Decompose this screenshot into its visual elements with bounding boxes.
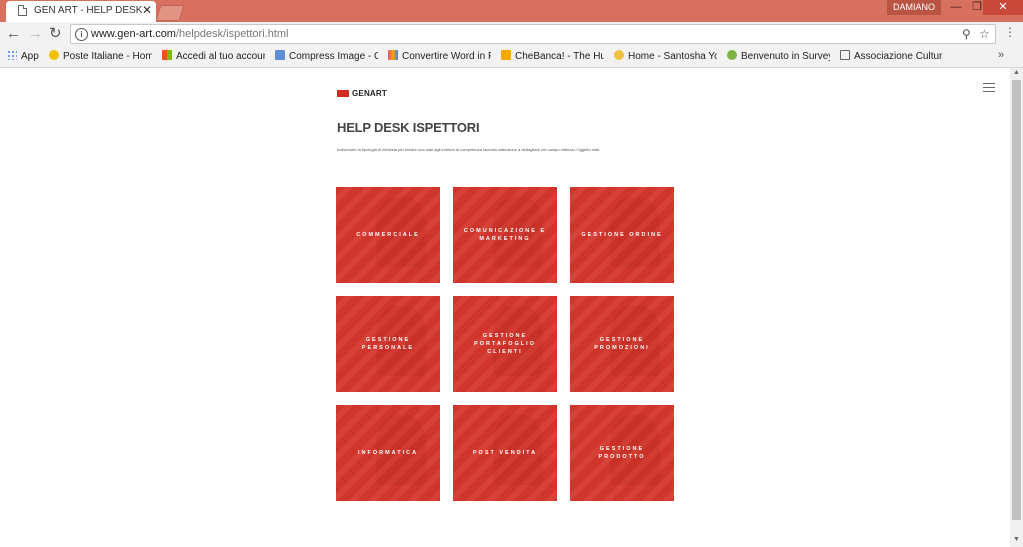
tile-commerciale[interactable]: COMMERCIALE [336,187,440,283]
bookmark-apps[interactable]: App [7,50,39,64]
close-window-icon[interactable]: ✕ [983,0,1023,15]
tile-label: POST VENDITA [472,450,538,456]
bookmark-chebanca[interactable]: CheBanca! - The Hum [501,50,604,64]
compress-icon [275,50,285,60]
bookmark-star-icon[interactable]: ☆ [979,27,990,41]
bookmark-label: App [21,51,39,62]
scroll-down-icon[interactable]: ▼ [1013,536,1020,543]
bookmark-label: Home - Santosha Yog [628,51,717,62]
tile-post-vendita[interactable]: POST VENDITA [453,405,557,501]
tile-label: GESTIONE ORDINE [581,232,663,238]
page-title: HELP DESK ISPETTORI [337,120,480,135]
vertical-scrollbar[interactable]: ▲ ▼ [1010,68,1023,547]
more-bookmarks-icon[interactable]: » [998,49,1004,61]
bookmarks-bar: App Poste Italiane - Home Accedi al tuo … [0,47,1023,68]
tile-label: GESTIONE PERSONALE [361,337,415,351]
santosha-icon [614,50,624,60]
tile-label: GESTIONE PROMOZIONI [594,337,650,351]
bookmark-poste[interactable]: Poste Italiane - Home [49,50,152,64]
bookmark-label: Associazione Cultural [854,51,943,62]
zoom-search-icon[interactable]: ⚲ [962,27,971,41]
tile-informatica[interactable]: INFORMATICA [336,405,440,501]
bookmark-microsoft[interactable]: Accedi al tuo account [162,50,265,64]
tile-gestione-promozioni[interactable]: GESTIONE PROMOZIONI [570,296,674,392]
browser-tab[interactable]: GEN ART - HELP DESK ✕ [6,1,156,22]
url-text[interactable]: www.gen-art.com/helpdesk/ispettori.html [91,28,288,40]
bookmark-label: CheBanca! - The Hum [515,51,604,62]
tile-label: GESTIONE PORTAFOGLIO CLIENTI [474,333,536,355]
profile-button[interactable]: DAMIANO [887,0,941,15]
bookmark-surveymonkey[interactable]: Benvenuto in SurveyM [727,50,830,64]
title-bar: GEN ART - HELP DESK ✕ DAMIANO — ❐ ✕ [0,0,1023,22]
tile-gestione-portafoglio-clienti[interactable]: GESTIONE PORTAFOGLIO CLIENTI [453,296,557,392]
url-host: www.gen-art.com [91,28,176,40]
bookmark-compress[interactable]: Compress Image - Co [275,50,378,64]
minimize-icon[interactable]: — [945,0,967,15]
tile-label: GESTIONE PRODOTTO [598,446,646,460]
menu-dots-icon[interactable]: ⋮ [1004,26,1016,38]
microsoft-icon [162,50,172,60]
browser-toolbar: ← → ↻ i www.gen-art.com/helpdesk/ispetto… [0,22,1023,47]
tile-label: INFORMATICA [357,450,419,456]
tile-gestione-personale[interactable]: GESTIONE PERSONALE [336,296,440,392]
page-content: GENART HELP DESK ISPETTORI Individuare l… [0,68,1010,547]
tile-gestione-prodotto[interactable]: GESTIONE PRODOTTO [570,405,674,501]
chebanca-icon [501,50,511,60]
close-tab-icon[interactable]: ✕ [142,3,152,17]
tile-label: COMUNICAZIONE E MARKETING [463,228,547,242]
logo-text: GENART [352,89,387,98]
scroll-thumb[interactable] [1012,80,1021,520]
page-icon [840,50,850,60]
page-description: Individuare la tipologia di richiesta pe… [337,147,601,152]
url-path: /helpdesk/ispettori.html [175,28,289,40]
hamburger-menu-icon[interactable] [983,83,995,95]
bookmark-santosha[interactable]: Home - Santosha Yog [614,50,717,64]
bookmark-associazione[interactable]: Associazione Cultural [840,50,943,64]
new-tab-button[interactable] [155,5,185,21]
bookmark-label: Convertire Word in PD [402,51,491,62]
logo-mark-icon [337,90,349,97]
tab-title: GEN ART - HELP DESK [34,5,143,16]
scroll-up-icon[interactable]: ▲ [1013,69,1020,76]
bookmark-label: Benvenuto in SurveyM [741,51,830,62]
reload-icon[interactable]: ↻ [49,26,62,42]
tile-label: COMMERCIALE [356,232,420,238]
page-icon [18,5,27,16]
apps-grid-icon [7,50,17,60]
convert-icon [388,50,398,60]
tile-gestione-ordine[interactable]: GESTIONE ORDINE [570,187,674,283]
bookmark-label: Compress Image - Co [289,51,378,62]
forward-arrow-icon[interactable]: → [28,26,43,42]
poste-icon [49,50,59,60]
back-arrow-icon[interactable]: ← [6,26,21,42]
bookmark-convertire[interactable]: Convertire Word in PD [388,50,491,64]
tile-comunicazione-marketing[interactable]: COMUNICAZIONE E MARKETING [453,187,557,283]
surveymonkey-icon [727,50,737,60]
info-icon[interactable]: i [75,28,88,41]
tile-grid: COMMERCIALE COMUNICAZIONE E MARKETING GE… [336,187,674,501]
address-bar[interactable]: i www.gen-art.com/helpdesk/ispettori.htm… [70,24,996,44]
bookmark-label: Accedi al tuo account [176,51,265,62]
bookmark-label: Poste Italiane - Home [63,51,152,62]
